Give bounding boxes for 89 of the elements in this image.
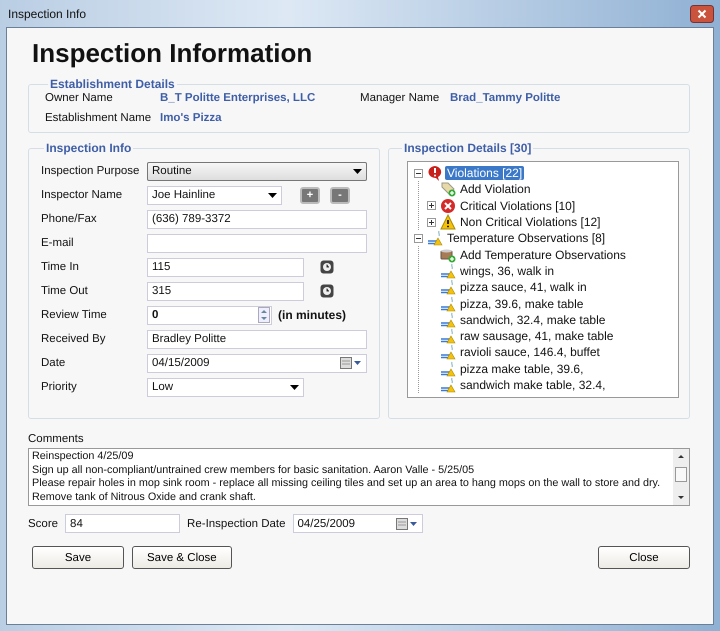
text-field[interactable]: 84: [65, 514, 180, 533]
expand-icon[interactable]: [427, 201, 436, 210]
window-close-icon[interactable]: [690, 4, 714, 22]
time-field[interactable]: 115: [147, 258, 304, 276]
dropdown-arrow-icon: [268, 192, 277, 198]
tree-item[interactable]: pizza sauce, 41, walk in: [458, 280, 589, 294]
date-field[interactable]: 04/25/2009: [292, 514, 422, 533]
tree-item[interactable]: Non Critical Violations [12]: [458, 215, 603, 230]
tree-item[interactable]: wings, 36, walk in: [458, 264, 556, 278]
field-label: Inspection Purpose: [41, 165, 140, 177]
thermometer-warning-icon: [440, 360, 456, 377]
text-field[interactable]: Bradley Politte: [147, 330, 367, 348]
unit-label: (in minutes): [278, 308, 346, 322]
dropdown[interactable]: Routine: [147, 162, 367, 180]
warning-icon: [440, 214, 456, 230]
tree-item[interactable]: Critical Violations [10]: [458, 198, 578, 213]
clock-icon[interactable]: [320, 260, 334, 274]
dropdown[interactable]: Joe Hainline: [147, 186, 282, 204]
time-field[interactable]: 315: [147, 282, 304, 300]
cup-add-icon: [440, 246, 456, 263]
tag-add-icon: [440, 181, 456, 198]
tree-item[interactable]: Temperature Observations [8]: [445, 231, 608, 246]
dropdown[interactable]: Low: [147, 378, 304, 396]
thermometer-warning-icon: [440, 328, 456, 344]
clock-icon[interactable]: [320, 284, 334, 298]
calendar-dropdown-icon[interactable]: [396, 518, 418, 530]
field-label: Time In: [41, 261, 80, 273]
field-label: Phone/Fax: [41, 213, 98, 225]
field-label: Date: [41, 357, 66, 369]
field-label: Priority: [41, 381, 78, 393]
add-button[interactable]: +: [300, 186, 320, 204]
remove-button[interactable]: -: [330, 186, 350, 204]
tree-item[interactable]: Add Violation: [458, 182, 532, 196]
group-title: Inspection Details [30]: [403, 141, 532, 155]
field-label: E-mail: [41, 237, 75, 249]
field-label: Establishment Name: [45, 112, 152, 124]
text-field[interactable]: [147, 234, 367, 252]
dropdown-arrow-icon: [353, 168, 362, 174]
field-label: Inspector Name: [41, 189, 124, 201]
thermometer-warning-icon: [440, 377, 456, 393]
group-title: Establishment Details: [49, 77, 176, 91]
comment-line: Sign up all non-compliant/untrained crew members for basic sanitation. Aaron Valle - 5/25/05: [32, 464, 476, 477]
thermometer-warning-icon: [440, 262, 456, 279]
thermometer-warning-icon: [427, 230, 443, 246]
comments-textarea[interactable]: [28, 448, 690, 506]
collapse-icon[interactable]: [414, 168, 423, 178]
field-label: Owner Name: [45, 92, 114, 104]
group-title: Inspection Info: [45, 141, 132, 155]
comment-line: Remove tank of Nitrous Oxide and crank shaft.: [32, 490, 257, 504]
field-label: Time Out: [41, 285, 89, 297]
comment-line: Please repair holes in mop sink room - replace all missing ceiling tiles and set up an area to hang mops on the wall to store and dry.: [32, 477, 662, 490]
thermometer-warning-icon: [440, 296, 456, 312]
thermometer-warning-icon: [440, 279, 456, 296]
number-field[interactable]: 0: [147, 306, 272, 324]
tree-item[interactable]: pizza make table, 39.6,: [458, 362, 586, 376]
close-dialog-button[interactable]: Close: [598, 546, 690, 569]
tree-item[interactable]: raw sausage, 41, make table: [458, 329, 616, 344]
tree-item[interactable]: Violations [22]: [445, 166, 524, 180]
alert-bubble-icon: [427, 165, 443, 182]
date-field[interactable]: 04/15/2009: [147, 354, 367, 372]
field-value: Imo's Pizza: [160, 112, 223, 124]
error-icon: [440, 198, 456, 214]
scrollbar[interactable]: [673, 449, 689, 505]
thermometer-warning-icon: [440, 344, 456, 360]
spin-arrows-icon[interactable]: [258, 307, 270, 323]
tree-item[interactable]: sandwich make table, 32.4,: [458, 378, 608, 392]
expand-icon[interactable]: [427, 218, 436, 227]
tree-item[interactable]: sandwich, 32.4, make table: [458, 312, 608, 327]
field-value: B_T Politte Enterprises, LLC: [160, 92, 316, 104]
window-title: Inspection Info: [7, 6, 86, 20]
text-field[interactable]: (636) 789-3372: [147, 210, 367, 228]
thermometer-warning-icon: [440, 312, 456, 328]
calendar-dropdown-icon[interactable]: [340, 357, 362, 369]
field-label: Re-Inspection Date: [187, 518, 286, 530]
dropdown-arrow-icon: [290, 384, 299, 390]
field-value: Brad_Tammy Politte: [450, 92, 562, 104]
tree-item[interactable]: ravioli sauce, 146.4, buffet: [458, 345, 602, 360]
action-button[interactable]: Save: [32, 546, 124, 569]
field-label: Manager Name: [360, 92, 440, 104]
comment-line: Reinspection 4/25/09: [32, 450, 134, 464]
field-label: Comments: [28, 433, 85, 445]
tree-item[interactable]: pizza, 39.6, make table: [458, 296, 586, 311]
action-button[interactable]: Save & Close: [132, 546, 232, 569]
field-label: Review Time: [41, 309, 108, 321]
tree-item[interactable]: Add Temperature Observations: [458, 248, 628, 262]
field-label: Score: [28, 518, 58, 530]
collapse-icon[interactable]: [414, 234, 423, 243]
page-heading: Inspection Information: [32, 38, 314, 69]
field-label: Received By: [41, 333, 107, 345]
